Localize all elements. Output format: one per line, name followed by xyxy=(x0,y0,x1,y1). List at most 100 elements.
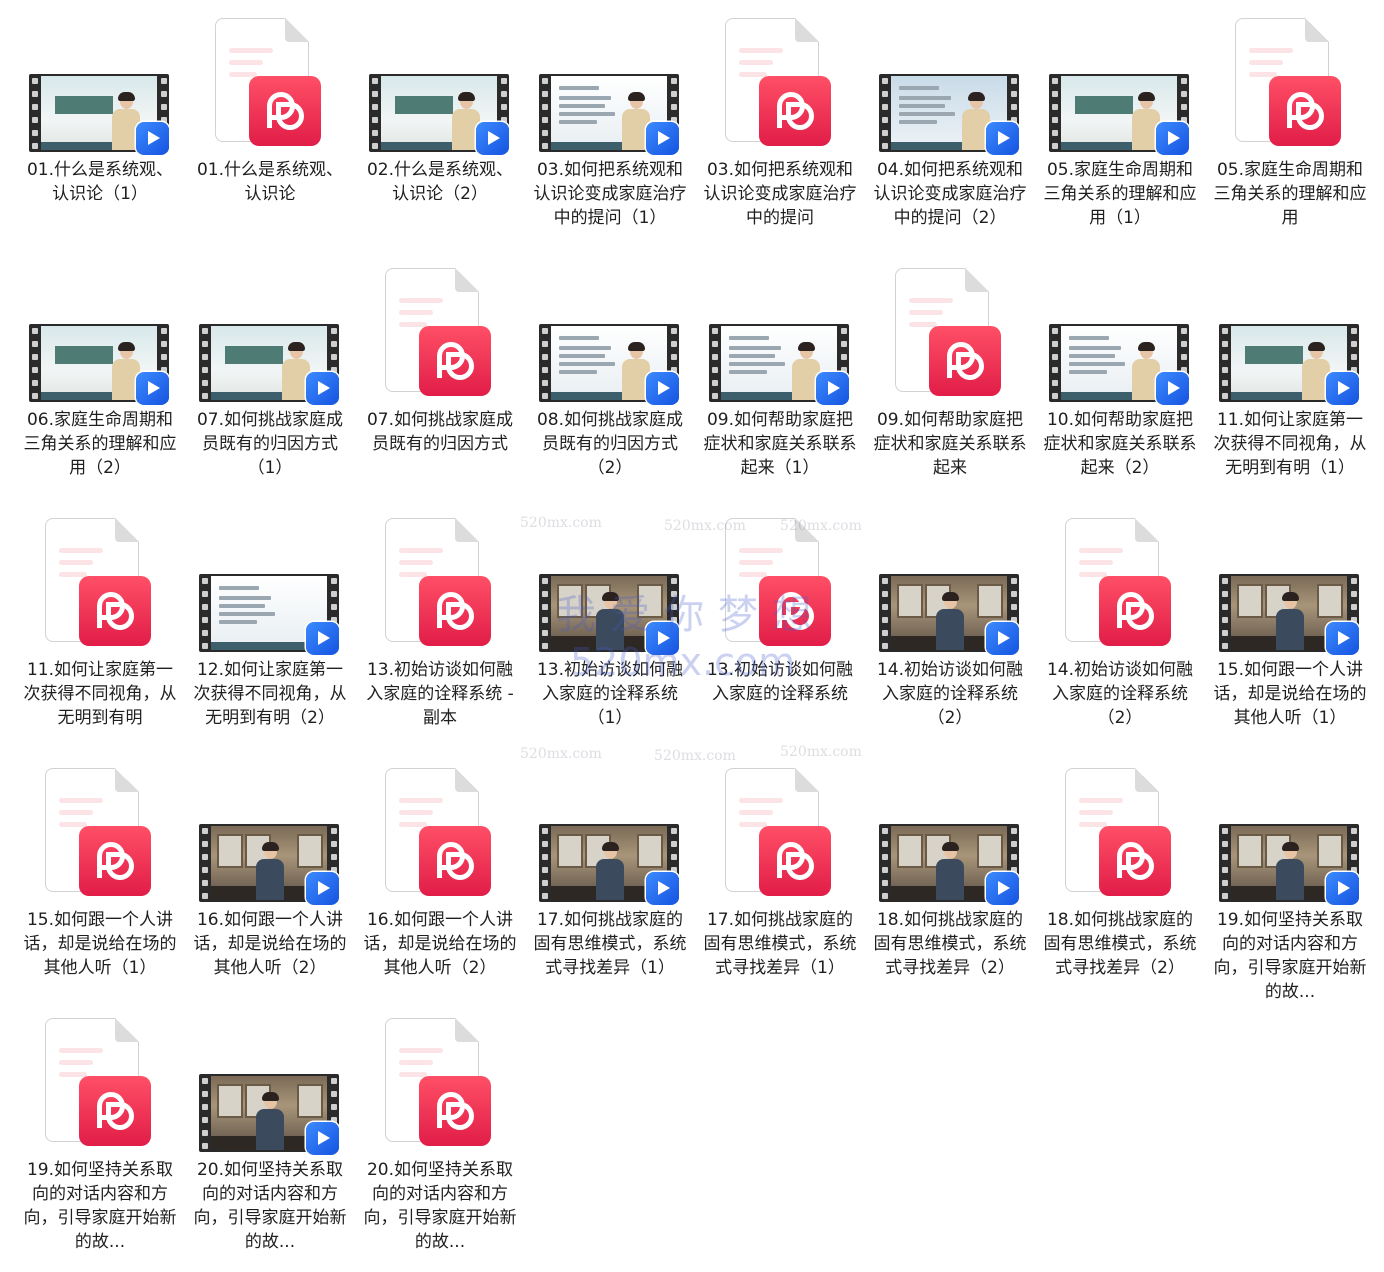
presenter-body xyxy=(256,1109,284,1150)
pdf-file-item[interactable]: 20.如何坚持关系取向的对话内容和方向，引导家庭开始新的故... xyxy=(355,1014,525,1264)
video-file-item[interactable]: 04.如何把系统观和认识论变成家庭治疗中的提问（2） xyxy=(865,14,1035,264)
presenter xyxy=(595,842,625,900)
file-thumbnail xyxy=(1205,14,1375,160)
perforation-hole xyxy=(541,90,548,97)
video-play-icon xyxy=(476,122,509,155)
document-fold xyxy=(455,768,479,792)
video-file-item[interactable]: 20.如何坚持关系取向的对话内容和方向，引导家庭开始新的故... xyxy=(185,1014,355,1264)
video-file-item[interactable]: 19.如何坚持关系取向的对话内容和方向，引导家庭开始新的故... xyxy=(1205,764,1375,1014)
film-perforation xyxy=(1049,74,1060,152)
presenter-head xyxy=(1138,342,1155,359)
pdf-logo-glyph xyxy=(1287,92,1324,130)
pdf-file-item[interactable]: 18.如何挑战家庭的固有思维模式，系统式寻找差异（2） xyxy=(1035,764,1205,1014)
video-file-item[interactable]: 09.如何帮助家庭把症状和家庭关系联系起来（1） xyxy=(695,264,865,514)
video-file-item[interactable]: 12.如何让家庭第一次获得不同视角，从无明到有明（2） xyxy=(185,514,355,764)
file-name: 04.如何把系统观和认识论变成家庭治疗中的提问（2） xyxy=(873,160,1027,228)
film-perforation xyxy=(879,574,890,652)
video-file-item[interactable]: 17.如何挑战家庭的固有思维模式，系统式寻找差异（1） xyxy=(525,764,695,1014)
window-decor xyxy=(897,584,923,618)
perforation-hole xyxy=(1051,90,1058,97)
pdf-logo-glyph xyxy=(97,592,134,630)
window-decor xyxy=(1317,584,1343,618)
file-name: 07.如何挑战家庭成员既有的归因方式 xyxy=(366,410,514,454)
video-play-icon xyxy=(646,622,679,655)
video-file-item[interactable]: 13.初始访谈如何融入家庭的诠释系统（1） xyxy=(525,514,695,764)
perforation-hole xyxy=(1221,853,1228,860)
pdf-file-item[interactable]: 17.如何挑战家庭的固有思维模式，系统式寻找差异（1） xyxy=(695,764,865,1014)
file-thumbnail xyxy=(1035,14,1205,160)
perforation-hole xyxy=(541,103,548,110)
file-thumbnail xyxy=(1035,264,1205,410)
file-thumbnail xyxy=(695,14,865,160)
video-file-item[interactable]: 10.如何帮助家庭把症状和家庭关系联系起来（2） xyxy=(1035,264,1205,514)
glyph-stroke xyxy=(777,856,782,878)
document-line xyxy=(909,298,953,303)
pdf-file-item[interactable]: 16.如何跟一个人讲话，却是说给在场的其他人听（2） xyxy=(355,764,525,1014)
pdf-app-icon xyxy=(1269,76,1341,146)
file-thumbnail xyxy=(525,514,695,660)
document-line xyxy=(399,1072,427,1077)
perforation-hole xyxy=(500,90,507,97)
pdf-file-item[interactable]: 15.如何跟一个人讲话，却是说给在场的其他人听（1） xyxy=(15,764,185,1014)
perforation-hole xyxy=(371,90,378,97)
pdf-logo-glyph xyxy=(97,1092,134,1130)
video-file-item[interactable]: 15.如何跟一个人讲话，却是说给在场的其他人听（1） xyxy=(1205,514,1375,764)
perforation-hole xyxy=(1010,577,1017,584)
perforation-hole xyxy=(371,142,378,149)
pdf-file-item[interactable]: 11.如何让家庭第一次获得不同视角，从无明到有明 xyxy=(15,514,185,764)
perforation-hole xyxy=(330,1103,337,1110)
perforation-hole xyxy=(1180,327,1187,334)
perforation-hole xyxy=(31,340,38,347)
perforation-hole xyxy=(541,629,548,636)
perforation-hole xyxy=(1180,90,1187,97)
perforation-hole xyxy=(160,90,167,97)
video-file-item[interactable]: 01.什么是系统观、认识论（1） xyxy=(15,14,185,264)
perforation-hole xyxy=(881,642,888,649)
file-name: 15.如何跟一个人讲话，却是说给在场的其他人听（1） xyxy=(23,910,177,978)
video-file-item[interactable]: 05.家庭生命周期和三角关系的理解和应用（1） xyxy=(1035,14,1205,264)
video-play-icon xyxy=(306,1122,339,1155)
pdf-file-item[interactable]: 05.家庭生命周期和三角关系的理解和应用 xyxy=(1205,14,1375,264)
slide-text-line xyxy=(729,354,775,358)
document-fold xyxy=(115,768,139,792)
pdf-file-item[interactable]: 09.如何帮助家庭把症状和家庭关系联系起来 xyxy=(865,264,1035,514)
perforation-hole xyxy=(1051,327,1058,334)
video-file-item[interactable]: 11.如何让家庭第一次获得不同视角，从无明到有明（1） xyxy=(1205,264,1375,514)
perforation-hole xyxy=(1051,379,1058,386)
file-name: 01.什么是系统观、认识论（1） xyxy=(26,160,174,204)
video-file-item[interactable]: 14.初始访谈如何融入家庭的诠释系统（2） xyxy=(865,514,1035,764)
video-file-item[interactable]: 18.如何挑战家庭的固有思维模式，系统式寻找差异（2） xyxy=(865,764,1035,1014)
perforation-hole xyxy=(500,77,507,84)
perforation-hole xyxy=(670,327,677,334)
perforation-hole xyxy=(330,1077,337,1084)
video-file-item[interactable]: 06.家庭生命周期和三角关系的理解和应用（2） xyxy=(15,264,185,514)
glyph-stroke xyxy=(106,852,134,880)
video-file-item[interactable]: 02.什么是系统观、认识论（2） xyxy=(355,14,525,264)
pdf-file-item[interactable]: 13.初始访谈如何融入家庭的诠释系统 xyxy=(695,514,865,764)
pdf-file-item[interactable]: 03.如何把系统观和认识论变成家庭治疗中的提问 xyxy=(695,14,865,264)
window-decor xyxy=(977,834,1003,868)
presenter-body xyxy=(596,609,624,650)
file-name: 17.如何挑战家庭的固有思维模式，系统式寻找差异（1） xyxy=(703,910,857,978)
perforation-hole xyxy=(541,392,548,399)
pdf-logo-glyph xyxy=(777,842,814,880)
perforation-hole xyxy=(1221,879,1228,886)
film-perforation xyxy=(539,324,550,402)
pdf-file-item[interactable]: 01.什么是系统观、认识论 xyxy=(185,14,355,264)
video-file-item[interactable]: 07.如何挑战家庭成员既有的归因方式（1） xyxy=(185,264,355,514)
glyph-stroke xyxy=(437,356,442,378)
video-file-item[interactable]: 16.如何跟一个人讲话，却是说给在场的其他人听（2） xyxy=(185,764,355,1014)
perforation-hole xyxy=(31,90,38,97)
document-line xyxy=(229,48,273,53)
pdf-file-item[interactable]: 13.初始访谈如何融入家庭的诠释系统 - 副本 xyxy=(355,514,525,764)
pdf-file-item[interactable]: 19.如何坚持关系取向的对话内容和方向，引导家庭开始新的故... xyxy=(15,1014,185,1264)
pdf-app-icon xyxy=(929,326,1001,396)
perforation-hole xyxy=(31,353,38,360)
video-file-item[interactable]: 08.如何挑战家庭成员既有的归因方式（2） xyxy=(525,264,695,514)
slide-text-line xyxy=(1069,346,1121,350)
perforation-hole xyxy=(670,340,677,347)
pdf-file-item[interactable]: 14.初始访谈如何融入家庭的诠释系统（2） xyxy=(1035,514,1205,764)
video-file-item[interactable]: 03.如何把系统观和认识论变成家庭治疗中的提问（1） xyxy=(525,14,695,264)
glyph-stroke xyxy=(786,852,814,880)
pdf-file-item[interactable]: 07.如何挑战家庭成员既有的归因方式 xyxy=(355,264,525,514)
